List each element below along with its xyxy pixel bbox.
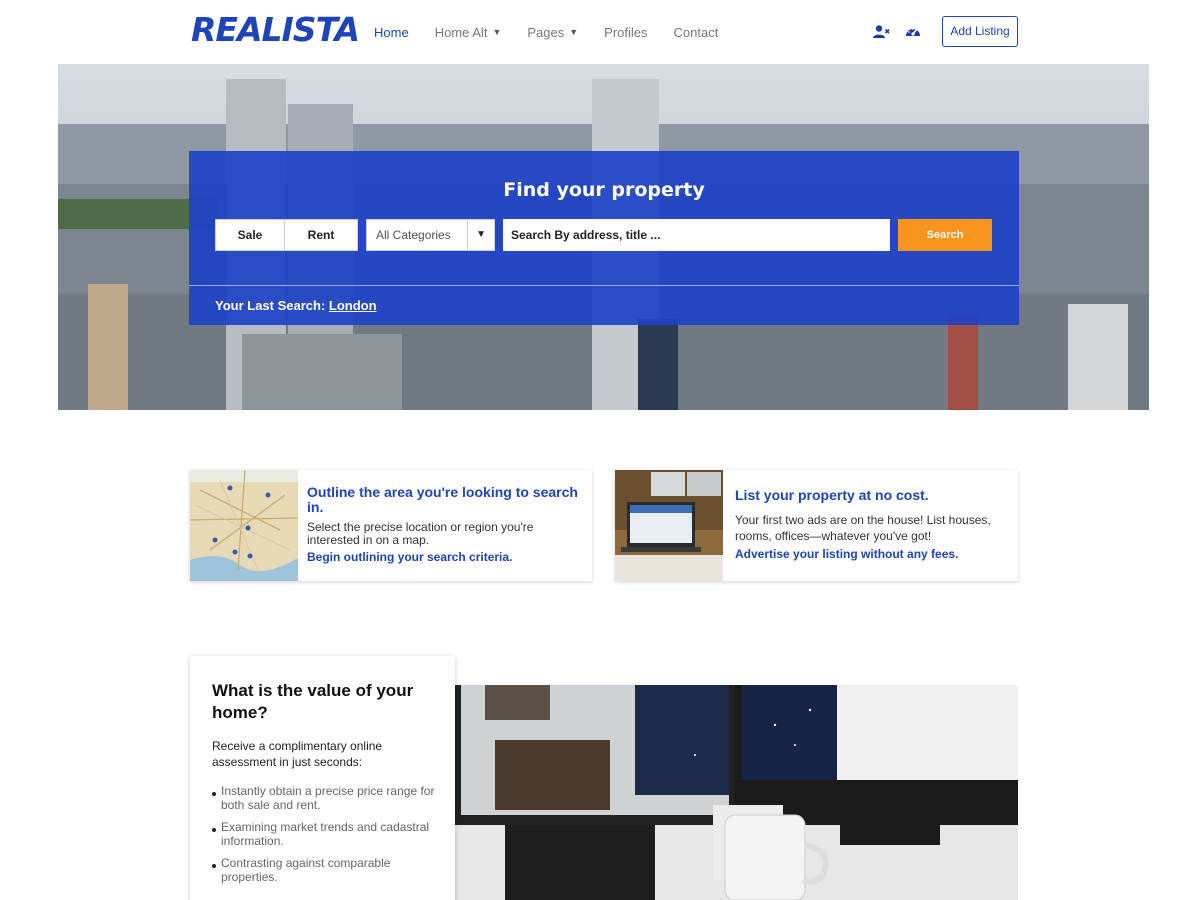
- tab-sale[interactable]: Sale: [215, 219, 285, 251]
- chevron-down-icon: ▼: [492, 27, 502, 37]
- section-title: What is the value of your home?: [212, 681, 414, 722]
- nav-item-pages[interactable]: Pages ▼: [527, 25, 578, 40]
- main-nav: Home Home Alt ▼ Pages ▼ Profiles Contact: [374, 22, 744, 42]
- category-select-value: All Categories: [376, 228, 451, 242]
- feature-description: Your first two ads are on the house! Lis…: [735, 513, 991, 543]
- chevron-down-icon: ▼: [569, 27, 579, 37]
- dashboard-icon[interactable]: [904, 23, 922, 41]
- add-listing-button[interactable]: Add Listing: [942, 16, 1018, 47]
- laptop-thumbnail: [615, 470, 723, 581]
- feature-link[interactable]: Begin outlining your search criteria.: [307, 550, 512, 564]
- nav-item-home[interactable]: Home: [374, 25, 409, 40]
- nav-item-label: Home: [374, 24, 409, 40]
- search-input[interactable]: [503, 219, 890, 251]
- chevron-down-icon: ▼: [476, 229, 486, 240]
- value-points-list: Instantly obtain a precise price range f…: [212, 784, 444, 892]
- divider: [189, 285, 1019, 286]
- list-item: Instantly obtain a precise price range f…: [212, 784, 444, 812]
- user-add-icon[interactable]: [872, 23, 890, 41]
- nav-item-label: Pages: [527, 24, 565, 40]
- search-title: Find your property: [503, 179, 705, 201]
- last-search: Your Last Search: London: [215, 298, 377, 313]
- nav-item-label: Home Alt: [434, 24, 488, 40]
- desk-monitors-image: [455, 685, 1018, 900]
- feature-link[interactable]: Advertise your listing without any fees.: [735, 547, 958, 561]
- select-divider: [467, 220, 468, 250]
- nav-item-label: Profiles: [604, 24, 648, 40]
- nav-item-label: Contact: [673, 24, 719, 40]
- tab-rent[interactable]: Rent: [284, 219, 358, 251]
- feature-card-map-search: Outline the area you're looking to searc…: [190, 470, 592, 581]
- nav-item-profiles[interactable]: Profiles: [604, 25, 647, 40]
- list-item: Examining market trends and cadastral in…: [212, 820, 444, 848]
- property-search-panel: Find your property Sale Rent All Categor…: [189, 151, 1019, 325]
- section-intro: Receive a complimentary online assessmen…: [212, 739, 383, 769]
- site-header: REALISTA Home Home Alt ▼ Pages ▼ Profile…: [0, 0, 1200, 64]
- list-item: Contrasting against comparable propertie…: [212, 856, 444, 884]
- feature-card-free-listing: List your property at no cost. Your firs…: [615, 470, 1018, 581]
- feature-title: Outline the area you're looking to searc…: [307, 484, 578, 515]
- nav-item-contact[interactable]: Contact: [674, 25, 719, 40]
- feature-title: List your property at no cost.: [735, 487, 929, 503]
- last-search-label: Your Last Search:: [215, 298, 326, 313]
- last-search-link[interactable]: London: [329, 298, 377, 313]
- search-button[interactable]: Search: [898, 219, 992, 251]
- site-logo[interactable]: REALISTA: [191, 12, 360, 48]
- feature-description: Select the precise location or region yo…: [307, 520, 534, 547]
- home-value-card: What is the value of your home? Receive …: [190, 656, 455, 900]
- map-thumbnail: [190, 470, 298, 581]
- category-select[interactable]: All Categories ▼: [366, 219, 495, 251]
- nav-item-home-alt[interactable]: Home Alt ▼: [435, 25, 502, 40]
